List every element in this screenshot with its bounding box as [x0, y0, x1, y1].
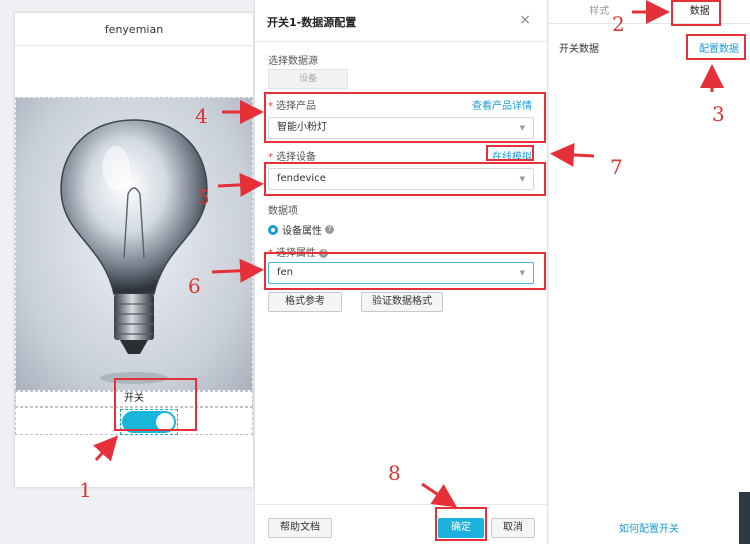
dialog-header: 开关1-数据源配置 ×	[255, 0, 547, 42]
cancel-button[interactable]: 取消	[491, 518, 535, 538]
help-icon[interactable]: ?	[325, 225, 334, 234]
annotation-number-2: 2	[612, 12, 625, 36]
annotation-number-3: 3	[712, 102, 725, 126]
format-reference-button[interactable]: 格式参考	[268, 292, 342, 312]
tab-style[interactable]: 样式	[549, 0, 650, 23]
device-label: * 选择设备	[268, 152, 316, 163]
annotation-box-config	[686, 34, 746, 60]
close-icon[interactable]: ×	[519, 12, 531, 28]
data-source-device-button: 设备	[268, 69, 348, 89]
annotation-number-6: 6	[188, 274, 201, 298]
annotation-box-device	[264, 162, 546, 196]
annotation-number-8: 8	[388, 461, 401, 485]
annotation-box-product	[264, 92, 546, 143]
properties-panel: 样式 数据 开关数据 配置数据 如何配置开关	[549, 0, 750, 544]
scroll-widget[interactable]	[739, 492, 750, 544]
dialog-title: 开关1-数据源配置	[267, 16, 357, 29]
annotation-box-switch	[114, 378, 197, 431]
verify-data-format-button[interactable]: 验证数据格式	[361, 292, 443, 312]
annotation-box-data-tab	[671, 0, 721, 26]
help-doc-button[interactable]: 帮助文档	[268, 518, 332, 538]
annotation-number-4: 4	[195, 104, 208, 128]
preview-page-title: fenyemian	[15, 13, 253, 46]
annotation-number-1: 1	[79, 478, 92, 502]
dialog-footer: 帮助文档 确定 取消	[255, 504, 547, 544]
data-source-label: 选择数据源	[268, 56, 318, 67]
bulb-image[interactable]	[15, 97, 253, 391]
annotation-number-7: 7	[610, 155, 623, 179]
light-bulb-icon	[60, 119, 208, 384]
annotation-box-simulate	[486, 145, 534, 161]
device-attribute-radio[interactable]: 设备属性 ?	[268, 222, 334, 237]
annotation-number-5: 5	[197, 185, 210, 209]
switch-data-label: 开关数据	[559, 44, 599, 55]
how-to-configure-switch-link[interactable]: 如何配置开关	[619, 520, 679, 535]
radio-selected-icon	[268, 224, 278, 235]
annotation-box-attribute	[264, 252, 546, 290]
annotation-box-ok	[435, 507, 487, 541]
data-item-label: 数据项	[268, 206, 298, 217]
